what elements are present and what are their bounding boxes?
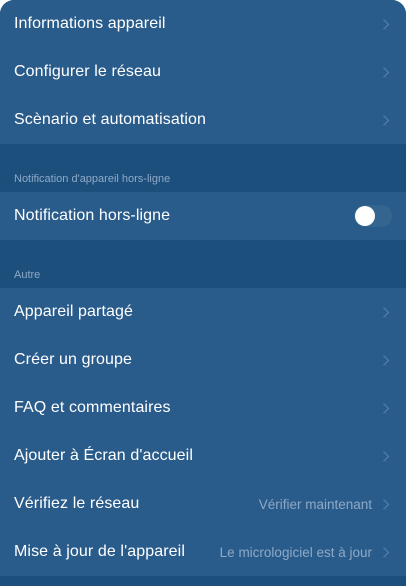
- chevron-right-icon: [380, 352, 392, 368]
- row-label: Créer un groupe: [14, 351, 133, 368]
- chevron-right-icon: [380, 496, 392, 512]
- row-check-network[interactable]: Vérifiez le réseau Vérifier maintenant: [0, 480, 406, 528]
- row-label: FAQ et commentaires: [14, 399, 171, 416]
- row-create-group[interactable]: Créer un groupe: [0, 336, 406, 384]
- chevron-right-icon: [380, 112, 392, 128]
- row-add-to-home-screen[interactable]: Ajouter à Écran d'accueil: [0, 432, 406, 480]
- row-label: Mise à jour de l'appareil: [14, 543, 185, 560]
- settings-group-offline: Notification hors-ligne: [0, 192, 406, 240]
- row-device-update[interactable]: Mise à jour de l'appareil Le micrologici…: [0, 528, 406, 576]
- row-label: Ajouter à Écran d'accueil: [14, 447, 193, 464]
- chevron-right-icon: [380, 448, 392, 464]
- settings-group-other: Appareil partagé Créer un groupe FAQ et …: [0, 288, 406, 576]
- chevron-right-icon: [380, 304, 392, 320]
- row-device-info[interactable]: Informations appareil: [0, 0, 406, 48]
- row-value: Le micrologiciel est à jour: [219, 544, 372, 560]
- row-value: Vérifier maintenant: [258, 496, 372, 512]
- chevron-right-icon: [380, 16, 392, 32]
- row-offline-notification: Notification hors-ligne: [0, 192, 406, 240]
- settings-group-main: Informations appareil Configurer le rése…: [0, 0, 406, 144]
- row-label: Appareil partagé: [14, 303, 134, 320]
- toggle-knob: [355, 206, 375, 226]
- section-header-offline: Notification d'appareil hors-ligne: [0, 144, 406, 192]
- row-label: Notification hors-ligne: [14, 207, 171, 224]
- row-shared-device[interactable]: Appareil partagé: [0, 288, 406, 336]
- offline-notification-toggle[interactable]: [354, 205, 392, 227]
- row-configure-network[interactable]: Configurer le réseau: [0, 48, 406, 96]
- chevron-right-icon: [380, 400, 392, 416]
- row-label: Configurer le réseau: [14, 63, 161, 80]
- chevron-right-icon: [380, 64, 392, 80]
- row-scenario-automation[interactable]: Scènario et automatisation: [0, 96, 406, 144]
- section-header-other: Autre: [0, 240, 406, 288]
- settings-screen: Informations appareil Configurer le rése…: [0, 0, 406, 586]
- chevron-right-icon: [380, 544, 392, 560]
- row-label: Informations appareil: [14, 15, 166, 32]
- row-label: Vérifiez le réseau: [14, 495, 140, 512]
- row-label: Scènario et automatisation: [14, 111, 207, 128]
- row-faq-feedback[interactable]: FAQ et commentaires: [0, 384, 406, 432]
